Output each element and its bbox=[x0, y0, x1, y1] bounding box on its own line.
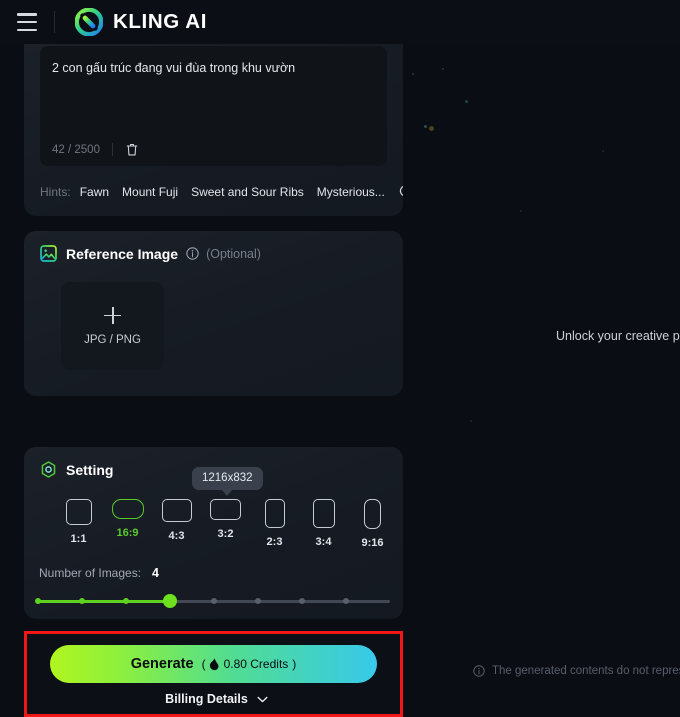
hint-chip[interactable]: Mysterious... bbox=[317, 185, 385, 199]
prompt-text: 2 con gấu trúc đang vui đùa trong khu vư… bbox=[52, 61, 296, 75]
brand-logo-link[interactable]: KLING AI bbox=[75, 8, 207, 36]
ratio-shape bbox=[210, 499, 241, 520]
image-icon bbox=[40, 245, 57, 262]
slider-tick[interactable] bbox=[211, 598, 217, 604]
slider-fill bbox=[38, 600, 170, 603]
hints-label: Hints: bbox=[40, 184, 71, 199]
number-of-images-slider[interactable] bbox=[35, 594, 390, 608]
reference-image-title: Reference Image bbox=[66, 245, 179, 262]
number-of-images-value: 4 bbox=[152, 566, 159, 580]
generate-highlight-region: Generate ( 0.80 Credits ) Billing Detail… bbox=[24, 631, 403, 717]
slider-tick[interactable] bbox=[343, 598, 349, 604]
info-icon bbox=[473, 665, 485, 677]
kling-logo-icon bbox=[75, 8, 103, 36]
aspect-ratio-option-2-3[interactable]: 2:3 bbox=[250, 499, 299, 549]
generate-button[interactable]: Generate ( 0.80 Credits ) bbox=[50, 645, 377, 683]
resolution-tooltip: 1216x832 bbox=[192, 467, 263, 496]
refresh-icon[interactable] bbox=[398, 184, 403, 199]
ratio-shape bbox=[264, 499, 285, 528]
setting-panel: Setting 1216x832 1:1 16:9 4:3 3:2 2:3 3:… bbox=[24, 447, 403, 619]
ratio-label: 9:16 bbox=[361, 537, 384, 549]
optional-label: (Optional) bbox=[206, 246, 261, 261]
brand-name: KLING AI bbox=[113, 10, 208, 33]
hamburger-menu-icon[interactable] bbox=[17, 13, 37, 31]
cost-value: 0.80 Credits bbox=[223, 657, 289, 671]
ratio-label: 16:9 bbox=[116, 527, 139, 539]
plus-icon bbox=[104, 306, 121, 324]
slider-handle[interactable] bbox=[163, 594, 177, 608]
ratio-label: 3:4 bbox=[315, 536, 332, 548]
ratio-shape bbox=[364, 499, 381, 529]
settings-hexagon-icon bbox=[41, 461, 56, 478]
ratio-label: 1:1 bbox=[70, 533, 87, 545]
top-bar: KLING AI bbox=[0, 0, 680, 44]
aspect-ratio-option-3-2[interactable]: 3:2 bbox=[201, 499, 250, 549]
number-of-images-label: Number of Images: bbox=[39, 566, 142, 580]
ratio-label: 4:3 bbox=[168, 530, 185, 542]
disclaimer-text: The generated contents do not represent … bbox=[492, 665, 680, 677]
cost-paren-open: ( bbox=[201, 657, 206, 671]
footer-divider bbox=[111, 143, 113, 156]
prompt-panel: 2 con gấu trúc đang vui đùa trong khu vư… bbox=[24, 44, 403, 216]
aspect-ratio-option-1-1[interactable]: 1:1 bbox=[54, 499, 103, 549]
aspect-ratio-option-9-16[interactable]: 9:16 bbox=[348, 499, 397, 549]
generate-cost: ( 0.80 Credits ) bbox=[202, 657, 297, 671]
slider-tick[interactable] bbox=[35, 598, 41, 604]
billing-details-toggle[interactable]: Billing Details bbox=[27, 692, 406, 706]
disclaimer-row: The generated contents do not represent … bbox=[473, 665, 680, 677]
upload-image-button[interactable]: JPG / PNG bbox=[61, 282, 164, 370]
ratio-label: 3:2 bbox=[217, 528, 234, 540]
unlock-creative-text: Unlock your creative pot bbox=[556, 329, 680, 343]
character-count: 42 / 2500 bbox=[52, 143, 100, 156]
ratio-shape bbox=[111, 499, 144, 519]
prompt-footer: 42 / 2500 bbox=[52, 142, 139, 157]
number-of-images-row: Number of Images: 4 bbox=[39, 566, 159, 580]
hint-chip[interactable]: Fawn bbox=[80, 185, 109, 199]
upload-format-label: JPG / PNG bbox=[84, 333, 141, 346]
topbar-divider bbox=[54, 11, 55, 33]
ratio-shape bbox=[161, 499, 192, 522]
aspect-ratio-option-3-4[interactable]: 3:4 bbox=[299, 499, 348, 549]
hint-chip[interactable]: Sweet and Sour Ribs bbox=[191, 185, 304, 199]
ratio-shape bbox=[65, 499, 92, 525]
aspect-ratio-option-4-3[interactable]: 4:3 bbox=[152, 499, 201, 549]
ratio-label: 2:3 bbox=[266, 536, 283, 548]
info-icon[interactable] bbox=[186, 247, 199, 260]
generate-label: Generate bbox=[130, 656, 194, 672]
reference-image-header: Reference Image (Optional) bbox=[24, 231, 403, 262]
hint-chip[interactable]: Mount Fuji bbox=[122, 185, 178, 199]
aspect-ratio-options: 1:1 16:9 4:3 3:2 2:3 3:4 9:16 bbox=[54, 499, 397, 549]
flame-icon bbox=[209, 657, 219, 670]
slider-tick[interactable] bbox=[255, 598, 261, 604]
hints-row: Hints: Fawn Mount Fuji Sweet and Sour Ri… bbox=[40, 184, 403, 199]
setting-title: Setting bbox=[66, 461, 114, 478]
cost-paren-close: ) bbox=[292, 657, 297, 671]
billing-details-label: Billing Details bbox=[165, 692, 248, 706]
trash-icon[interactable] bbox=[125, 142, 139, 157]
aspect-ratio-option-16-9[interactable]: 16:9 bbox=[103, 499, 152, 549]
slider-tick[interactable] bbox=[299, 598, 305, 604]
reference-image-panel: Reference Image (Optional) JPG / PNG bbox=[24, 231, 403, 396]
chevron-down-icon bbox=[257, 696, 268, 702]
slider-tick[interactable] bbox=[79, 598, 85, 604]
prompt-input[interactable]: 2 con gấu trúc đang vui đùa trong khu vư… bbox=[40, 46, 387, 166]
ratio-shape bbox=[312, 499, 335, 528]
slider-tick[interactable] bbox=[123, 598, 129, 604]
